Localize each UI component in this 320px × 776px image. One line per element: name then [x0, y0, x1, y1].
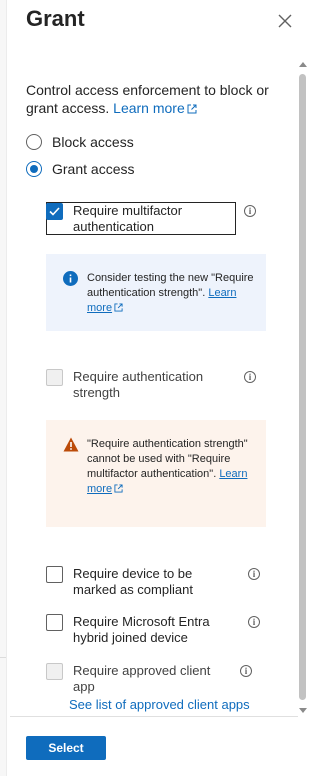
require-auth-strength-label: Require authentication strength: [73, 369, 204, 400]
radio-button-selected[interactable]: [26, 161, 42, 177]
info-message: Consider testing the new "Require authen…: [46, 254, 266, 331]
checkbox-checked[interactable]: [46, 203, 63, 220]
left-panel-edge: [0, 0, 7, 776]
checkbox-unchecked[interactable]: [46, 614, 63, 631]
select-button[interactable]: Select: [26, 736, 106, 760]
info-icon: [63, 271, 78, 286]
footer-divider: [10, 716, 298, 717]
require-mfa-label: Require multifactor authentication: [73, 203, 183, 234]
checkbox-disabled[interactable]: [46, 369, 63, 386]
require-hybrid-joined-checkbox[interactable]: Require Microsoft Entra hybrid joined de…: [46, 614, 233, 646]
intro-text: Control access enforcement to block or g…: [26, 81, 288, 117]
block-access-radio[interactable]: Block access: [26, 134, 134, 150]
close-icon[interactable]: [276, 12, 294, 30]
mfa-info-icon[interactable]: i: [244, 205, 256, 217]
require-approved-app-checkbox[interactable]: Require approved client app: [46, 663, 233, 695]
external-link-icon: [114, 303, 123, 312]
require-hybrid-joined-label: Require Microsoft Entra hybrid joined de…: [73, 614, 210, 645]
panel-title: Grant: [26, 6, 85, 31]
require-approved-app-label: Require approved client app: [73, 663, 211, 694]
grant-access-label: Grant access: [52, 161, 135, 177]
checkmark-icon: [49, 207, 60, 216]
require-compliant-device-checkbox[interactable]: Require device to be marked as compliant: [46, 566, 233, 598]
hybrid-joined-info-icon[interactable]: i: [248, 616, 260, 628]
checkbox-disabled[interactable]: [46, 663, 63, 680]
grant-access-radio[interactable]: Grant access: [26, 161, 134, 177]
compliant-device-info-icon[interactable]: i: [248, 568, 260, 580]
scroll-up-icon[interactable]: [299, 62, 307, 67]
external-link-icon: [114, 484, 123, 493]
scrollbar-thumb[interactable]: [299, 74, 306, 700]
intro-learn-more-link[interactable]: Learn more: [113, 100, 197, 116]
warning-icon: [63, 437, 79, 452]
scroll-down-icon[interactable]: [299, 708, 307, 713]
approved-app-info-icon[interactable]: i: [240, 665, 252, 677]
approved-apps-link[interactable]: See list of approved client apps: [69, 697, 250, 712]
scrollbar[interactable]: [298, 50, 308, 718]
auth-strength-info-icon[interactable]: i: [244, 371, 256, 383]
block-access-label: Block access: [52, 134, 134, 150]
warning-message: "Require authentication strength" cannot…: [46, 420, 266, 527]
require-mfa-checkbox[interactable]: Require multifactor authentication: [46, 203, 233, 235]
radio-button-unselected[interactable]: [26, 134, 42, 150]
require-auth-strength-checkbox[interactable]: Require authentication strength: [46, 369, 233, 401]
require-compliant-device-label: Require device to be marked as compliant: [73, 566, 193, 597]
checkbox-unchecked[interactable]: [46, 566, 63, 583]
external-link-icon: [187, 104, 197, 114]
